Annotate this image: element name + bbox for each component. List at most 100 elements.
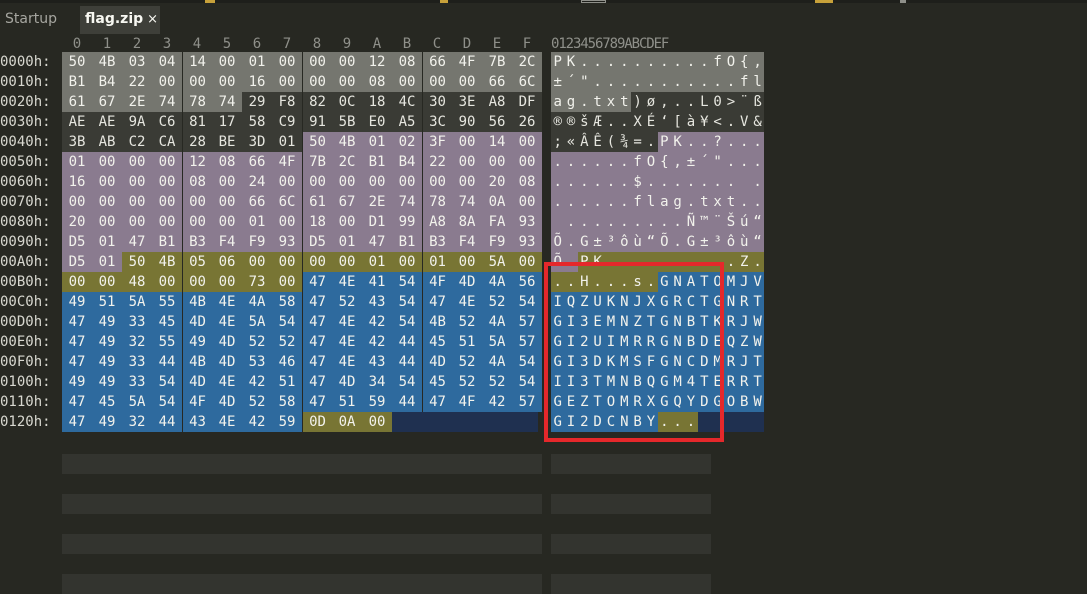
ascii-char[interactable]: R — [630, 392, 645, 412]
ascii-char[interactable]: . — [644, 72, 658, 92]
ascii-char[interactable]: J — [630, 292, 645, 312]
ascii-char[interactable]: K — [670, 132, 685, 152]
hex-byte[interactable]: 00 — [332, 72, 362, 92]
ascii-char[interactable]: . — [644, 172, 658, 192]
hex-byte[interactable]: 6C — [512, 72, 542, 92]
hex-byte[interactable]: 42 — [242, 412, 272, 432]
ascii-char[interactable]: T — [590, 392, 605, 412]
ascii-char[interactable]: ¨ — [710, 212, 725, 232]
hex-byte[interactable]: 00 — [332, 212, 362, 232]
ascii-char[interactable]: Z — [630, 312, 645, 332]
ascii-char[interactable]: . — [577, 92, 591, 112]
hex-byte[interactable]: 47 — [302, 352, 332, 372]
hex-byte[interactable]: 44 — [392, 332, 422, 352]
ascii-char[interactable]: . — [684, 52, 698, 72]
hex-byte[interactable]: 47 — [302, 372, 332, 392]
ascii-char[interactable]: " — [710, 152, 725, 172]
hex-byte[interactable]: 47 — [122, 232, 152, 252]
hex-byte[interactable]: 74 — [392, 192, 422, 212]
ascii-char[interactable]: [ — [670, 112, 685, 132]
ascii-char[interactable]: D — [697, 352, 711, 372]
ascii-char[interactable]: ù — [630, 232, 645, 252]
hex-byte[interactable]: 03 — [122, 52, 152, 72]
hex-byte[interactable]: 49 — [92, 312, 122, 332]
ascii-char[interactable]: . — [617, 52, 631, 72]
hex-byte[interactable]: 67 — [92, 92, 122, 112]
ascii-char[interactable]: . — [697, 132, 711, 152]
hex-byte[interactable]: 58 — [272, 392, 302, 412]
ascii-char[interactable]: . — [644, 212, 658, 232]
hex-byte[interactable]: 4D — [182, 372, 212, 392]
hex-byte[interactable]: 54 — [512, 352, 542, 372]
ascii-char[interactable]: . — [724, 252, 738, 272]
hex-byte[interactable]: 00 — [152, 172, 182, 192]
hex-byte[interactable]: 01 — [92, 232, 122, 252]
hex-byte[interactable]: B1 — [62, 72, 92, 92]
hex-byte[interactable]: 52 — [452, 312, 482, 332]
hex-byte[interactable]: 00 — [482, 152, 512, 172]
hex-byte[interactable]: 3E — [452, 92, 482, 112]
hex-byte[interactable]: 00 — [362, 172, 392, 192]
ascii-char[interactable]: ù — [737, 232, 751, 252]
ascii-char[interactable]: . — [630, 212, 645, 232]
ascii-char[interactable]: . — [617, 72, 631, 92]
hex-byte[interactable]: 58 — [242, 112, 272, 132]
hex-byte[interactable]: 46 — [272, 352, 302, 372]
hex-byte[interactable]: 00 — [62, 192, 92, 212]
hex-byte[interactable]: 44 — [392, 392, 422, 412]
ascii-char[interactable]: . — [670, 252, 685, 272]
hex-byte[interactable]: 00 — [92, 192, 122, 212]
hex-byte[interactable]: 50 — [302, 132, 332, 152]
ascii-char[interactable]: I — [564, 332, 578, 352]
hex-byte[interactable]: 4D — [452, 272, 482, 292]
hex-byte[interactable]: 3B — [62, 132, 92, 152]
hex-byte[interactable]: 4E — [332, 352, 362, 372]
ascii-char[interactable]: ¾ — [617, 132, 631, 152]
hex-byte[interactable]: 52 — [332, 292, 362, 312]
hex-byte[interactable]: 00 — [512, 152, 542, 172]
hex-byte[interactable]: D1 — [362, 212, 392, 232]
ascii-char[interactable]: Â — [577, 132, 591, 152]
ascii-char[interactable]: . — [604, 212, 618, 232]
ascii-char[interactable]: s — [630, 272, 645, 292]
hex-byte[interactable]: A8 — [482, 92, 512, 112]
ascii-char[interactable]: O — [604, 392, 618, 412]
ascii-char[interactable]: V — [737, 112, 751, 132]
ascii-char[interactable]: 2 — [577, 412, 591, 432]
ascii-char[interactable]: . — [724, 132, 738, 152]
ascii-char[interactable]: I — [551, 372, 565, 392]
ascii-char[interactable]: . — [724, 72, 738, 92]
hex-byte[interactable]: 28 — [182, 132, 212, 152]
ascii-char[interactable]: K — [604, 292, 618, 312]
ascii-char[interactable]: ± — [590, 232, 605, 252]
ascii-char[interactable]: X — [644, 292, 658, 312]
hex-byte[interactable]: AB — [92, 132, 122, 152]
ascii-char[interactable]: ± — [551, 72, 565, 92]
hex-byte[interactable]: 00 — [122, 172, 152, 192]
ascii-char[interactable]: R — [724, 352, 738, 372]
ascii-char[interactable]: . — [604, 152, 618, 172]
hex-byte[interactable]: 4A — [482, 352, 512, 372]
ascii-char[interactable]: “ — [750, 232, 765, 252]
hex-byte[interactable]: 16 — [62, 172, 92, 192]
hex-byte[interactable]: 00 — [392, 72, 422, 92]
hex-byte[interactable]: 93 — [512, 212, 542, 232]
ascii-char[interactable]: f — [630, 192, 645, 212]
ascii-char[interactable]: 0 — [710, 92, 725, 112]
ascii-char[interactable]: G — [684, 232, 698, 252]
hex-byte[interactable]: 08 — [212, 152, 242, 172]
ascii-char[interactable]: . — [617, 272, 631, 292]
ascii-char[interactable] — [551, 212, 565, 232]
ascii-char[interactable]: B — [684, 332, 698, 352]
ascii-char[interactable]: I — [564, 312, 578, 332]
hex-byte[interactable]: 00 — [272, 212, 302, 232]
ascii-char[interactable]: ô — [724, 232, 738, 252]
hex-byte[interactable]: 50 — [62, 52, 92, 72]
hex-byte[interactable]: 4E — [212, 292, 242, 312]
hex-byte[interactable]: 00 — [272, 52, 302, 72]
hex-byte[interactable]: 00 — [122, 192, 152, 212]
ascii-char[interactable]: Y — [644, 412, 658, 432]
hex-byte[interactable]: 3F — [422, 132, 452, 152]
ascii-char[interactable]: ú — [737, 212, 751, 232]
ascii-char[interactable]: , — [750, 52, 765, 72]
